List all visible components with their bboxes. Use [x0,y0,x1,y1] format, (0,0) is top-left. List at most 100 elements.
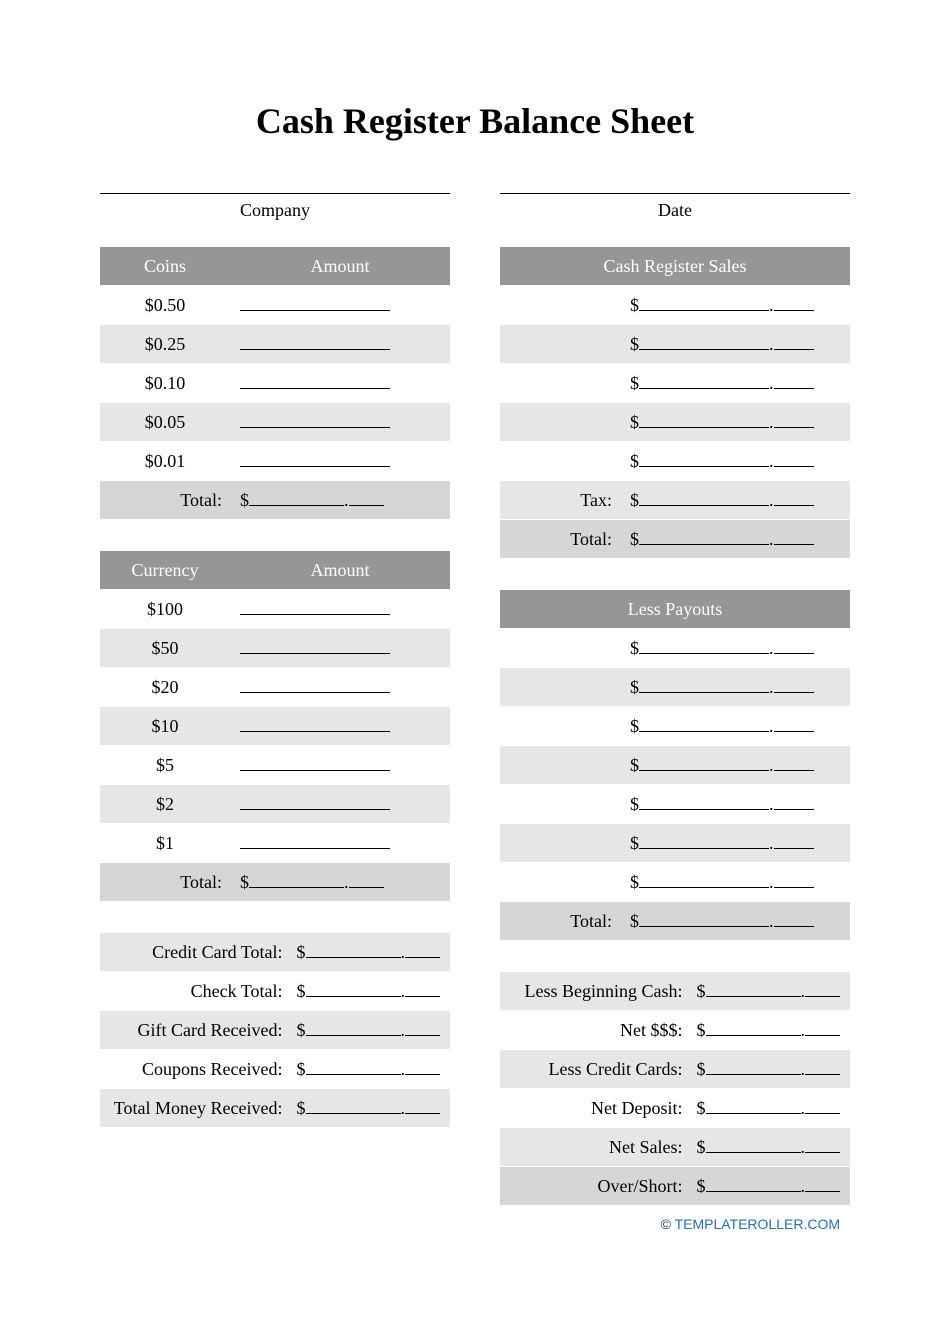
summary-value[interactable]: $. [693,972,851,1010]
coin-row: $0.50 [100,286,450,324]
payout-value[interactable]: $. [620,824,850,862]
payout-row: $. [500,785,850,823]
summary-row: Net $$$:$. [500,1011,850,1049]
currency-row: $1 [100,824,450,862]
sales-tax-label: Tax: [500,481,620,519]
copyright-symbol: © [661,1216,671,1232]
currency-row: $2 [100,785,450,823]
date-label: Date [500,200,850,221]
summary-row: Over/Short:$. [500,1167,850,1205]
coin-denom: $0.01 [100,442,230,480]
summary-value[interactable]: $. [693,1167,851,1205]
currency-header-right: Amount [230,551,450,589]
currency-amount[interactable] [230,824,450,862]
summary-value[interactable]: $. [293,933,451,971]
currency-amount[interactable] [230,785,450,823]
summary-value[interactable]: $. [693,1128,851,1166]
footer: © TEMPLATEROLLER.COM [661,1216,840,1232]
sales-value[interactable]: $. [620,286,850,324]
coin-denom: $0.25 [100,325,230,363]
currency-total-amount[interactable]: $. [230,863,450,901]
payout-value[interactable]: $. [620,707,850,745]
summary-label: Gift Card Received: [100,1011,293,1049]
sales-value[interactable]: $. [620,364,850,402]
sales-value[interactable]: $. [620,325,850,363]
sales-total-row: Total:$. [500,520,850,558]
summary-value[interactable]: $. [293,972,451,1010]
currency-row: $50 [100,629,450,667]
currency-amount[interactable] [230,746,450,784]
payout-row: $. [500,707,850,745]
payouts-total-value[interactable]: $. [620,902,850,940]
currency-row: $20 [100,668,450,706]
summary-value[interactable]: $. [693,1089,851,1127]
page-container: Cash Register Balance Sheet Company Coin… [0,0,950,1246]
payouts-header: Less Payouts [500,590,850,628]
currency-amount[interactable] [230,668,450,706]
currency-amount[interactable] [230,629,450,667]
currency-denom: $100 [100,590,230,628]
payout-value[interactable]: $. [620,668,850,706]
currency-row: $10 [100,707,450,745]
summary-value[interactable]: $. [693,1050,851,1088]
currency-total-label: Total: [100,863,230,901]
company-blank-line[interactable] [100,192,450,194]
coin-row: $0.10 [100,364,450,402]
currency-denom: $10 [100,707,230,745]
footer-link[interactable]: TEMPLATEROLLER.COM [675,1216,840,1232]
coin-amount[interactable] [230,403,450,441]
sales-total-value[interactable]: $. [620,520,850,558]
payout-row: $. [500,668,850,706]
currency-header-row: Currency Amount [100,551,450,589]
summary-value[interactable]: $. [293,1011,451,1049]
summary-label: Net Sales: [500,1128,693,1166]
sales-tax-value[interactable]: $. [620,481,850,519]
sales-value[interactable]: $. [620,403,850,441]
payout-value[interactable]: $. [620,629,850,667]
coin-amount[interactable] [230,364,450,402]
coin-amount[interactable] [230,325,450,363]
currency-denom: $5 [100,746,230,784]
currency-amount[interactable] [230,707,450,745]
summary-label: Total Money Received: [100,1089,293,1127]
coin-amount[interactable] [230,442,450,480]
sales-value[interactable]: $. [620,442,850,480]
sales-row: $. [500,442,850,480]
currency-amount[interactable] [230,590,450,628]
summary-label: Net Deposit: [500,1089,693,1127]
right-column: Date Cash Register Sales $. $. $. $. $. … [500,192,850,1206]
date-field: Date [500,192,850,221]
sales-header: Cash Register Sales [500,247,850,285]
right-summary-table: Less Beginning Cash:$. Net $$$:$. Less C… [500,971,850,1206]
summary-row: Less Beginning Cash:$. [500,972,850,1010]
sales-row: $. [500,403,850,441]
summary-row: Total Money Received:$. [100,1089,450,1127]
summary-label: Coupons Received: [100,1050,293,1088]
payout-row: $. [500,824,850,862]
payout-value[interactable]: $. [620,863,850,901]
sales-table: Cash Register Sales $. $. $. $. $. Tax:$… [500,246,850,559]
currency-table: Currency Amount $100 $50 $20 $10 $5 $2 $… [100,550,450,902]
summary-row: Check Total:$. [100,972,450,1010]
coin-row: $0.25 [100,325,450,363]
coins-header-right: Amount [230,247,450,285]
payout-value[interactable]: $. [620,785,850,823]
coin-amount[interactable] [230,286,450,324]
payout-value[interactable]: $. [620,746,850,784]
sales-row: $. [500,325,850,363]
payouts-header-row: Less Payouts [500,590,850,628]
summary-row: Less Credit Cards:$. [500,1050,850,1088]
summary-label: Credit Card Total: [100,933,293,971]
summary-value[interactable]: $. [293,1050,451,1088]
date-blank-line[interactable] [500,192,850,194]
summary-label: Net $$$: [500,1011,693,1049]
currency-denom: $1 [100,824,230,862]
coins-header-row: Coins Amount [100,247,450,285]
currency-denom: $2 [100,785,230,823]
summary-label: Over/Short: [500,1167,693,1205]
summary-value[interactable]: $. [693,1011,851,1049]
coin-total-amount[interactable]: $. [230,481,450,519]
summary-value[interactable]: $. [293,1089,451,1127]
summary-row: Net Deposit:$. [500,1089,850,1127]
company-field: Company [100,192,450,221]
